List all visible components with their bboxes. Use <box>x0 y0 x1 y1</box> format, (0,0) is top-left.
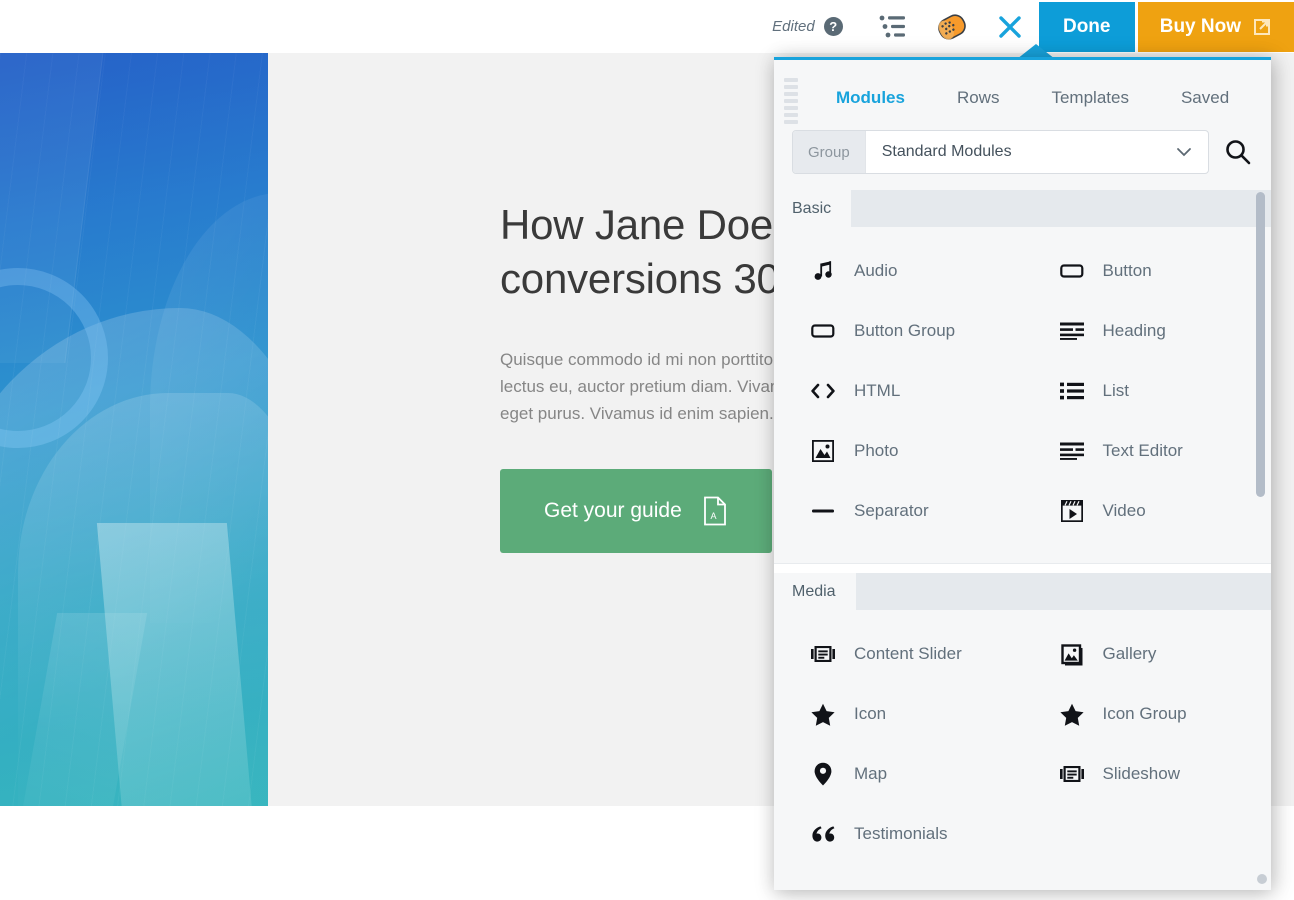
star-group-icon <box>1059 701 1085 727</box>
panel-drag-handle[interactable] <box>784 78 798 124</box>
separator-dash-icon <box>810 498 836 524</box>
module-label: Separator <box>854 501 929 521</box>
module-label: Button Group <box>854 321 955 341</box>
panel-tab-bar: Modules Rows Templates Saved <box>774 60 1271 130</box>
cta-label: Get your guide <box>544 499 682 523</box>
module-item-list[interactable]: List <box>1023 361 1272 421</box>
hero-background-image <box>0 53 268 806</box>
section-title-basic: Basic <box>774 190 851 227</box>
edited-status-label: Edited <box>772 18 815 35</box>
photo-image-icon <box>810 438 836 464</box>
section-header-fill <box>851 190 1271 227</box>
module-item-icon-group[interactable]: Icon Group <box>1023 684 1272 744</box>
module-item-heading[interactable]: Heading <box>1023 301 1272 361</box>
panel-resize-grip[interactable] <box>1257 874 1267 884</box>
bullet-list-icon <box>1059 378 1085 404</box>
module-label: Slideshow <box>1103 764 1181 784</box>
search-icon[interactable] <box>1223 137 1253 167</box>
panel-filter-row: Group Standard Modules <box>774 130 1271 174</box>
module-item-audio[interactable]: Audio <box>774 241 1023 301</box>
tab-modules[interactable]: Modules <box>810 82 931 114</box>
pdf-file-icon: A <box>702 496 728 526</box>
content-slider-icon <box>810 641 836 667</box>
module-item-text-editor[interactable]: Text Editor <box>1023 421 1272 481</box>
module-item-video[interactable]: Video <box>1023 481 1272 541</box>
video-play-icon <box>1059 498 1085 524</box>
code-brackets-icon <box>810 378 836 404</box>
external-link-icon <box>1252 17 1272 37</box>
module-label: Video <box>1103 501 1146 521</box>
module-item-photo[interactable]: Photo <box>774 421 1023 481</box>
module-label: HTML <box>854 381 900 401</box>
buy-now-button[interactable]: Buy Now <box>1138 2 1294 52</box>
module-label: Text Editor <box>1103 441 1183 461</box>
module-item-icon[interactable]: Icon <box>774 684 1023 744</box>
svg-text:A: A <box>710 511 716 521</box>
beaver-builder-logo-icon[interactable] <box>923 0 981 53</box>
module-label: Heading <box>1103 321 1166 341</box>
module-label: Testimonials <box>854 824 948 844</box>
get-your-guide-button[interactable]: Get your guide A <box>500 469 772 553</box>
text-editor-lines-icon <box>1059 438 1085 464</box>
module-item-map[interactable]: Map <box>774 744 1023 804</box>
section-divider <box>774 563 1271 573</box>
done-button-label: Done <box>1063 16 1111 38</box>
slideshow-icon <box>1059 761 1085 787</box>
module-label: Button <box>1103 261 1152 281</box>
module-item-slideshow[interactable]: Slideshow <box>1023 744 1272 804</box>
section-header-fill <box>856 573 1271 610</box>
module-label: Audio <box>854 261 897 281</box>
edited-status: Edited ? <box>772 17 865 36</box>
map-pin-icon <box>810 761 836 787</box>
module-grid-media: Content Slider Gallery <box>774 610 1271 886</box>
tab-rows[interactable]: Rows <box>931 82 1026 114</box>
group-select-label: Group <box>793 131 866 173</box>
group-select-value: Standard Modules <box>866 143 1176 161</box>
tab-saved[interactable]: Saved <box>1155 82 1255 114</box>
gallery-stack-icon <box>1059 641 1085 667</box>
module-label: Map <box>854 764 887 784</box>
module-item-separator[interactable]: Separator <box>774 481 1023 541</box>
module-grid-basic: Audio Button But <box>774 227 1271 563</box>
module-label: Icon <box>854 704 886 724</box>
module-label: Icon Group <box>1103 704 1187 724</box>
panel-scrollbar[interactable] <box>1256 190 1265 890</box>
section-header-basic: Basic <box>774 190 1271 227</box>
star-icon <box>810 701 836 727</box>
module-label: Gallery <box>1103 644 1157 664</box>
section-header-media: Media <box>774 573 1271 610</box>
heading-lines-icon <box>1059 318 1085 344</box>
button-rect-icon <box>1059 258 1085 284</box>
module-item-gallery[interactable]: Gallery <box>1023 624 1272 684</box>
module-item-html[interactable]: HTML <box>774 361 1023 421</box>
panel-scrollbar-thumb[interactable] <box>1256 192 1265 497</box>
module-label: Photo <box>854 441 898 461</box>
audio-note-icon <box>810 258 836 284</box>
section-title-media: Media <box>774 573 856 610</box>
module-item-content-slider[interactable]: Content Slider <box>774 624 1023 684</box>
panel-scroll-area[interactable]: Basic Audio <box>774 190 1271 890</box>
decor-blue-tint <box>0 53 268 806</box>
buy-now-label: Buy Now <box>1160 16 1241 38</box>
module-label: List <box>1103 381 1129 401</box>
modules-panel: Modules Rows Templates Saved Group Stand… <box>774 57 1271 890</box>
outline-list-icon[interactable] <box>865 0 923 53</box>
quote-marks-icon <box>810 821 836 847</box>
group-select[interactable]: Group Standard Modules <box>792 130 1209 174</box>
module-label: Content Slider <box>854 644 962 664</box>
builder-admin-bar: Edited ? <box>0 0 1294 53</box>
tab-templates[interactable]: Templates <box>1025 82 1154 114</box>
question-mark-icon[interactable]: ? <box>824 17 843 36</box>
module-item-button-group[interactable]: Button Group <box>774 301 1023 361</box>
button-group-rect-icon <box>810 318 836 344</box>
module-item-button[interactable]: Button <box>1023 241 1272 301</box>
chevron-down-icon <box>1176 147 1208 157</box>
module-item-testimonials[interactable]: Testimonials <box>774 804 1023 864</box>
